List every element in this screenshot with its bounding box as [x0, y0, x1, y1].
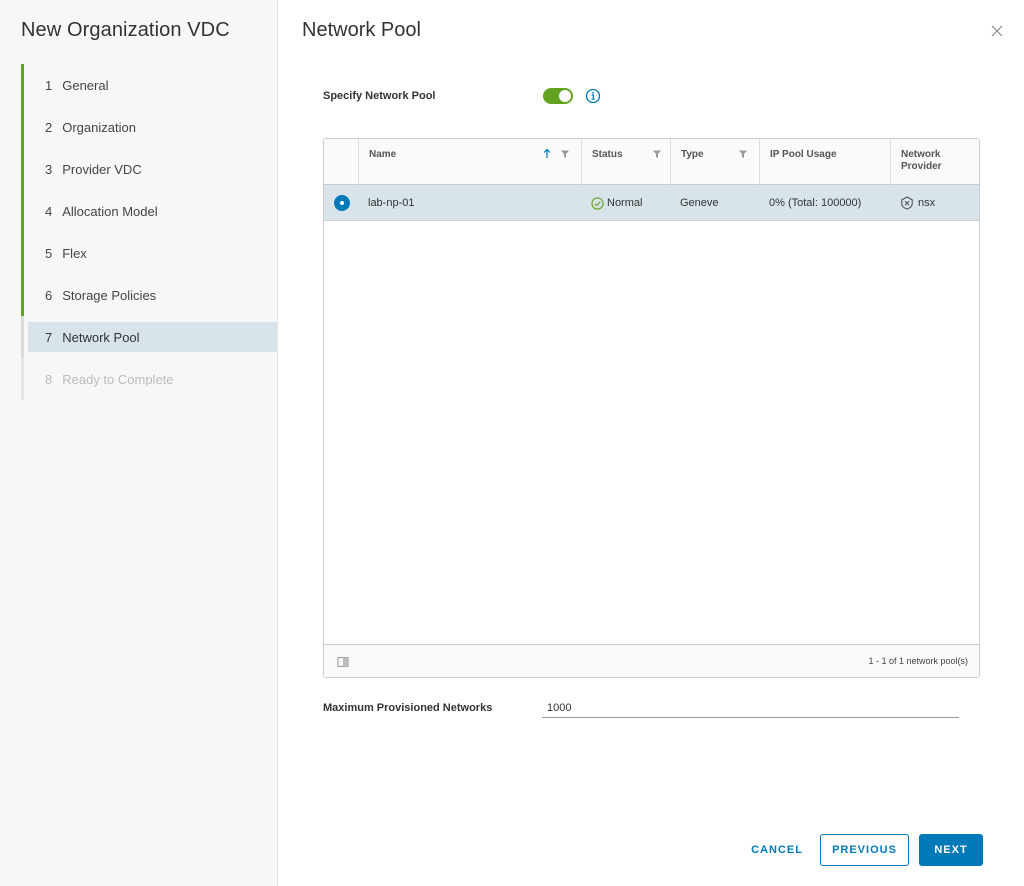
next-button[interactable]: NEXT [919, 834, 983, 866]
step-ready-to-complete: 8 Ready to Complete [21, 358, 277, 400]
step-number: 3 [45, 161, 53, 177]
datagrid-footer: 1 - 1 of 1 network pool(s) [324, 644, 979, 677]
column-header-status[interactable]: Status [581, 139, 670, 185]
page-title: Network Pool [302, 19, 421, 41]
cell-name: lab-np-01 [368, 197, 415, 209]
step-number: 7 [45, 329, 53, 345]
step-label: Allocation Model [62, 203, 158, 219]
wizard-sidebar: New Organization VDC 1 General 2 Organiz… [0, 0, 278, 886]
step-label: Storage Policies [62, 287, 157, 303]
wizard-steps: 1 General 2 Organization 3 Provider VDC … [21, 64, 277, 400]
select-column-header [324, 139, 358, 185]
previous-button[interactable]: PREVIOUS [820, 834, 909, 866]
status-text: Normal [607, 197, 643, 209]
step-number: 4 [45, 203, 53, 219]
filter-icon[interactable] [738, 149, 748, 159]
cell-type: Geneve [680, 197, 719, 209]
wizard-title: New Organization VDC [21, 19, 230, 41]
info-icon[interactable] [585, 88, 601, 104]
column-header-name[interactable]: Name [358, 139, 581, 185]
step-label: Provider VDC [62, 161, 142, 177]
step-label: Ready to Complete [62, 371, 174, 387]
column-label: Status [592, 149, 623, 160]
check-circle-icon [591, 196, 604, 210]
max-provisioned-networks-row: Maximum Provisioned Networks [323, 698, 959, 718]
step-label: Flex [62, 245, 87, 261]
column-header-type[interactable]: Type [670, 139, 759, 185]
provider-text: nsx [918, 197, 936, 209]
column-header-ip-pool-usage[interactable]: IP Pool Usage [759, 139, 890, 185]
step-label: General [62, 77, 109, 93]
network-pool-datagrid: Name Status Type IP Pool Usage Network P… [323, 138, 980, 678]
step-allocation-model[interactable]: 4 Allocation Model [21, 190, 277, 232]
step-provider-vdc[interactable]: 3 Provider VDC [21, 148, 277, 190]
column-label: Type [681, 149, 704, 160]
cell-network-provider: nsx [890, 185, 935, 221]
step-label: Organization [62, 119, 136, 135]
step-organization[interactable]: 2 Organization [21, 106, 277, 148]
column-toggle-icon[interactable] [337, 655, 349, 667]
toggle-knob [559, 90, 571, 102]
table-row[interactable]: lab-np-01 Normal Geneve 0% (Total: 10000… [324, 185, 979, 221]
close-icon[interactable] [990, 24, 1006, 40]
step-flex[interactable]: 5 Flex [21, 232, 277, 274]
step-number: 6 [45, 287, 53, 303]
row-select-radio[interactable] [334, 195, 350, 211]
max-provisioned-networks-input[interactable] [542, 698, 959, 718]
cancel-button[interactable]: CANCEL [738, 834, 816, 866]
pagination-summary: 1 - 1 of 1 network pool(s) [868, 656, 968, 666]
column-label: IP Pool Usage [770, 149, 837, 160]
wizard-content: Network Pool Specify Network Pool Name S… [278, 0, 1024, 886]
step-number: 5 [45, 245, 53, 261]
step-storage-policies[interactable]: 6 Storage Policies [21, 274, 277, 316]
datagrid-header: Name Status Type IP Pool Usage Network P… [324, 139, 979, 185]
step-number: 1 [45, 77, 53, 93]
specify-network-pool-toggle[interactable] [543, 88, 573, 104]
step-general[interactable]: 1 General [21, 64, 277, 106]
sort-ascending-icon[interactable] [542, 148, 552, 159]
shield-icon [901, 196, 913, 210]
specify-network-pool-label: Specify Network Pool [323, 90, 436, 102]
step-number: 8 [45, 371, 53, 387]
filter-icon[interactable] [652, 149, 662, 159]
step-label: Network Pool [62, 329, 140, 345]
step-network-pool[interactable]: 7 Network Pool [21, 316, 277, 358]
column-header-network-provider[interactable]: Network Provider [890, 139, 979, 185]
column-label-line-2: Provider [901, 161, 942, 172]
max-provisioned-networks-label: Maximum Provisioned Networks [323, 702, 493, 714]
filter-icon[interactable] [560, 149, 570, 159]
column-label-line-1: Network [901, 149, 941, 160]
column-label: Name [369, 149, 397, 160]
cell-status: Normal [581, 185, 642, 221]
step-number: 2 [45, 119, 53, 135]
specify-network-pool-row: Specify Network Pool [323, 88, 601, 104]
cell-ip-pool-usage: 0% (Total: 100000) [769, 197, 862, 209]
